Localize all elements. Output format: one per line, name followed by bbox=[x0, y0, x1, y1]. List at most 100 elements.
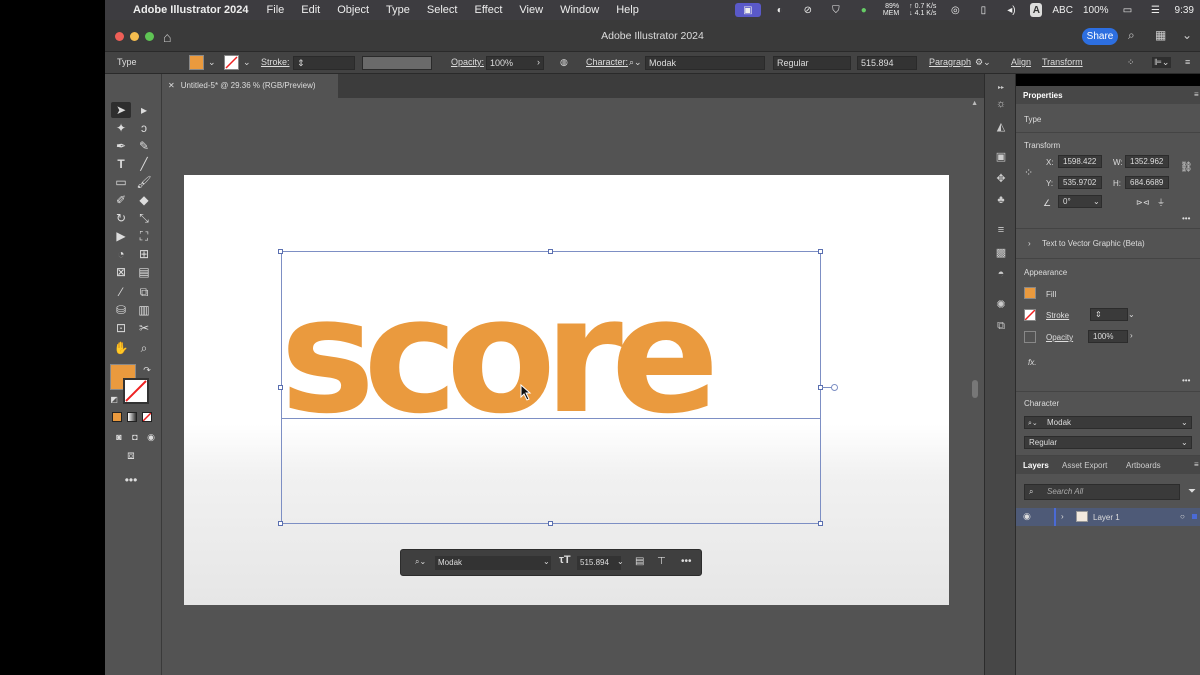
direct-selection-tool-icon[interactable]: ▸ bbox=[134, 102, 154, 118]
opacity-arrow-icon[interactable]: › bbox=[537, 57, 540, 67]
layer-name[interactable]: Layer 1 bbox=[1093, 513, 1120, 522]
text-out-port[interactable] bbox=[831, 384, 838, 391]
panel-menu-icon[interactable]: ≡ bbox=[1194, 90, 1199, 99]
arrange-icon[interactable]: ⊫⌄ bbox=[1152, 57, 1172, 68]
font-style-select[interactable]: Regular bbox=[773, 56, 851, 70]
character-label[interactable]: Character: bbox=[586, 57, 628, 67]
appearance-stroke-swatch[interactable] bbox=[1024, 309, 1036, 321]
clock[interactable]: 9:39 bbox=[1175, 5, 1194, 16]
align-label[interactable]: Align bbox=[1011, 57, 1031, 67]
menu-object[interactable]: Object bbox=[337, 4, 369, 16]
properties-font-style-select[interactable]: Regular bbox=[1024, 436, 1192, 449]
slice-tool-icon[interactable]: ✂ bbox=[134, 320, 154, 336]
rotation-chevron-icon[interactable]: ⌄ bbox=[1093, 197, 1100, 206]
menu-window[interactable]: Window bbox=[560, 4, 599, 16]
eraser-tool-icon[interactable]: ◆ bbox=[134, 192, 154, 208]
appearance-icon[interactable]: ✺ bbox=[994, 298, 1008, 312]
resize-handle-br[interactable] bbox=[818, 521, 823, 526]
paragraph-icon[interactable]: ▤ bbox=[635, 556, 644, 567]
menu-app-name[interactable]: Adobe Illustrator 2024 bbox=[133, 4, 249, 16]
opacity-input[interactable]: 100% bbox=[486, 56, 544, 70]
paintbrush-tool-icon[interactable]: 🖌 bbox=[134, 174, 154, 190]
share-button[interactable]: Share bbox=[1082, 28, 1118, 45]
lasso-tool-icon[interactable]: ↄ bbox=[134, 120, 154, 136]
symbols-icon[interactable]: ♣ bbox=[994, 194, 1008, 208]
layers-menu-icon[interactable]: ≡ bbox=[1194, 460, 1199, 469]
workspace-chevron-icon[interactable]: ⌄ bbox=[1182, 28, 1192, 42]
document-tab[interactable]: ✕ Untitled-5* @ 29.36 % (RGB/Preview) bbox=[162, 74, 338, 98]
opacity-label[interactable]: Opacity: bbox=[451, 57, 484, 67]
font-style-chevron-icon[interactable]: ⌄ bbox=[1181, 438, 1188, 447]
flip-horizontal-icon[interactable]: ⊳⊲ bbox=[1136, 198, 1149, 207]
font-size-input[interactable]: 515.894 bbox=[857, 56, 917, 70]
gradient-tool-icon[interactable]: ▤ bbox=[134, 264, 154, 280]
font-chevron-icon[interactable]: ⌄ bbox=[1181, 418, 1188, 427]
globe-icon[interactable]: ◎ bbox=[946, 3, 964, 17]
properties-font-input[interactable]: Modak bbox=[1024, 416, 1192, 429]
selection-tool-icon[interactable]: ➤ bbox=[111, 102, 131, 118]
status-green-app-icon[interactable]: ● bbox=[855, 3, 873, 17]
default-colors-icon[interactable]: ◩ bbox=[108, 392, 120, 408]
free-transform-tool-icon[interactable]: ⛶ bbox=[134, 228, 154, 244]
fill-chevron-icon[interactable]: ⌄ bbox=[208, 57, 216, 68]
ctx-size-chevron-icon[interactable]: ⌄ bbox=[617, 557, 624, 566]
shaper-tool-icon[interactable]: ✐ bbox=[111, 192, 131, 208]
x-input[interactable]: 1598.422 bbox=[1058, 155, 1102, 168]
resize-handle-tl[interactable] bbox=[278, 249, 283, 254]
blend-tool-icon[interactable]: ⧉ bbox=[134, 284, 154, 300]
battery-percent[interactable]: 100% bbox=[1083, 5, 1109, 16]
appearance-stroke-label[interactable]: Stroke bbox=[1046, 311, 1069, 320]
y-input[interactable]: 535.9702 bbox=[1058, 176, 1102, 189]
magic-wand-tool-icon[interactable]: ✦ bbox=[111, 120, 131, 136]
menu-effect[interactable]: Effect bbox=[474, 4, 502, 16]
control-center-icon[interactable]: ☰ bbox=[1147, 3, 1165, 17]
selected-art-indicator[interactable] bbox=[1192, 514, 1197, 519]
h-input[interactable]: 684.6689 bbox=[1125, 176, 1169, 189]
tab-artboards[interactable]: Artboards bbox=[1126, 461, 1161, 470]
type-tool-icon[interactable]: T bbox=[111, 156, 131, 172]
reference-point-icon[interactable]: ⁘ bbox=[1024, 166, 1033, 179]
tab-asset-export[interactable]: Asset Export bbox=[1062, 461, 1107, 470]
symbol-sprayer-tool-icon[interactable]: ⛁ bbox=[111, 302, 131, 318]
color-mode-icon[interactable] bbox=[112, 412, 122, 422]
network-monitor[interactable]: ↑ 0.7 K/s ↓ 4.1 K/s bbox=[909, 3, 936, 17]
curvature-tool-icon[interactable]: ✎ bbox=[134, 138, 154, 154]
fill-swatch[interactable] bbox=[189, 55, 204, 70]
menu-type[interactable]: Type bbox=[386, 4, 410, 16]
pen-tool-icon[interactable]: ✒ bbox=[111, 138, 131, 154]
input-source-icon[interactable]: A bbox=[1030, 3, 1043, 17]
variable-width-profile[interactable] bbox=[362, 56, 432, 70]
learn-icon[interactable]: ☼ bbox=[994, 98, 1008, 112]
screen-record-icon[interactable]: ▣ bbox=[734, 3, 761, 17]
stroke-chevron-icon[interactable]: ⌄ bbox=[1128, 310, 1135, 319]
gradient-mode-icon[interactable] bbox=[127, 412, 137, 422]
visibility-eye-icon[interactable]: ◉ bbox=[1023, 511, 1031, 522]
rectangle-tool-icon[interactable]: ▭ bbox=[111, 174, 131, 190]
status-app-icon[interactable]: ◐ bbox=[771, 3, 789, 17]
gradient-panel-icon[interactable]: ▩ bbox=[994, 246, 1008, 260]
text-to-vector-section[interactable]: Text to Vector Graphic (Beta) bbox=[1042, 239, 1145, 248]
draw-inside-icon[interactable]: ◉ bbox=[141, 429, 161, 445]
stroke-label[interactable]: Stroke: bbox=[261, 57, 290, 67]
rotate-tool-icon[interactable]: ↻ bbox=[111, 210, 131, 226]
menu-edit[interactable]: Edit bbox=[301, 4, 320, 16]
appearance-fill-swatch[interactable] bbox=[1024, 287, 1036, 299]
resize-handle-t[interactable] bbox=[548, 249, 553, 254]
workspace-icon[interactable]: ▦ bbox=[1155, 28, 1166, 42]
font-search-icon[interactable]: ⌕⌄ bbox=[415, 557, 426, 567]
menu-view[interactable]: View bbox=[519, 4, 543, 16]
resize-handle-tr[interactable] bbox=[818, 249, 823, 254]
close-tab-icon[interactable]: ✕ bbox=[168, 81, 175, 90]
status-no-camera-icon[interactable]: ⊘ bbox=[799, 3, 817, 17]
volume-icon[interactable]: ◂) bbox=[1002, 3, 1020, 17]
shape-builder-tool-icon[interactable]: ◔ bbox=[111, 246, 131, 262]
input-source-label[interactable]: ABC bbox=[1052, 5, 1073, 16]
stroke-weight-input[interactable]: ⇕ bbox=[293, 56, 355, 70]
width-tool-icon[interactable]: ▶ bbox=[111, 228, 131, 244]
battery-icon[interactable]: ▭ bbox=[1119, 3, 1137, 17]
paragraph-label[interactable]: Paragraph bbox=[929, 57, 971, 67]
eyedropper-tool-icon[interactable]: ⁄ bbox=[111, 284, 131, 300]
line-tool-icon[interactable]: ╱ bbox=[134, 156, 154, 172]
appearance-opacity-input[interactable]: 100% bbox=[1088, 330, 1128, 343]
expand-chevron-icon[interactable]: › bbox=[1028, 239, 1031, 248]
